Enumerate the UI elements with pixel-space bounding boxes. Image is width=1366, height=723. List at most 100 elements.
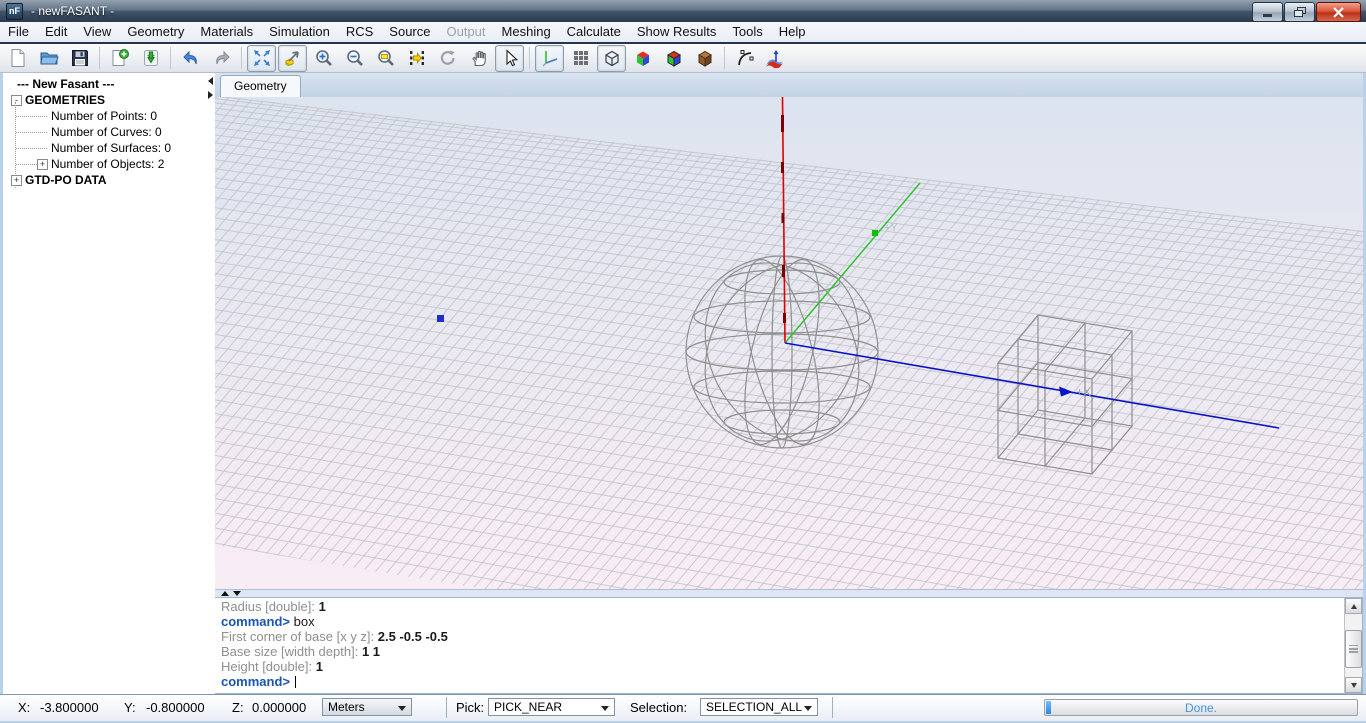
- menu-help[interactable]: Help: [771, 22, 814, 42]
- sidebar-splitter-handle[interactable]: [208, 77, 214, 99]
- menu-rcs[interactable]: RCS: [338, 22, 381, 42]
- scroll-down-icon: [1351, 683, 1357, 688]
- menu-materials[interactable]: Materials: [192, 22, 261, 42]
- textured-mode-button[interactable]: [690, 45, 719, 72]
- app-icon: nF: [6, 3, 23, 20]
- zoom-out-button[interactable]: [340, 45, 369, 72]
- textured-cube-icon: [695, 48, 715, 68]
- console-line: Height [double]: 1: [221, 659, 1338, 674]
- tree-item-label[interactable]: GEOMETRIES: [25, 92, 105, 108]
- tree-item-gtdpo[interactable]: + GTD-PO DATA: [3, 172, 215, 188]
- minimize-button[interactable]: [1252, 2, 1283, 22]
- import-button[interactable]: [136, 45, 165, 72]
- expand-icon[interactable]: +: [11, 175, 22, 186]
- menu-tools[interactable]: Tools: [724, 22, 770, 42]
- save-icon: [70, 48, 90, 68]
- open-file-button[interactable]: [34, 45, 63, 72]
- tree-item-geometries[interactable]: - GEOMETRIES: [3, 92, 215, 108]
- rotate-view-button[interactable]: [433, 45, 462, 72]
- tree-item-label[interactable]: GTD-PO DATA: [25, 172, 107, 188]
- console-prompt-line[interactable]: command>: [221, 674, 1338, 689]
- show-grid-button[interactable]: [566, 45, 595, 72]
- close-icon: [1333, 7, 1344, 18]
- menu-output: Output: [439, 22, 494, 42]
- show-axes-button[interactable]: [535, 45, 564, 72]
- expand-icon[interactable]: +: [37, 159, 48, 170]
- pick-mode-dropdown[interactable]: PICK_NEAR: [488, 698, 615, 716]
- menu-view[interactable]: View: [75, 22, 119, 42]
- coord-x-value: -3.800000: [40, 700, 99, 715]
- wireframe-mode-button[interactable]: [597, 45, 626, 72]
- zoom-in-button[interactable]: [309, 45, 338, 72]
- coord-z-value: 0.000000: [252, 700, 306, 715]
- collapse-left-icon: [208, 77, 213, 85]
- fit-view-button[interactable]: [247, 45, 276, 72]
- console-log[interactable]: Radius [double]: 1 command> box First co…: [215, 598, 1344, 693]
- undo-button[interactable]: [176, 45, 205, 72]
- solid-mode-button[interactable]: [628, 45, 657, 72]
- tree-root-label[interactable]: --- New Fasant ---: [3, 76, 215, 92]
- fit-selection-button[interactable]: [402, 45, 431, 72]
- menu-edit[interactable]: Edit: [37, 22, 75, 42]
- new-file-button[interactable]: [3, 45, 32, 72]
- y-axis-marker: [872, 230, 878, 236]
- menu-meshing[interactable]: Meshing: [494, 22, 559, 42]
- tab-geometry[interactable]: Geometry: [220, 75, 301, 97]
- pan-button[interactable]: [464, 45, 493, 72]
- solid-rgb-cube-icon: [633, 48, 653, 68]
- tree-item-objects[interactable]: + Number of Objects: 2: [3, 156, 215, 172]
- title-bar[interactable]: nF - newFASANT -: [0, 0, 1366, 22]
- console-line: Base size [width depth]: 1 1: [221, 644, 1338, 659]
- scroll-up-icon: [1351, 604, 1357, 609]
- new-file-icon: [8, 48, 28, 68]
- undo-icon: [181, 48, 201, 68]
- zoom-in-icon: [314, 48, 334, 68]
- shaded-mode-button[interactable]: [659, 45, 688, 72]
- select-cursor-icon: [500, 48, 520, 68]
- chevron-down-icon: [398, 706, 406, 711]
- tree-item-curves[interactable]: Number of Curves: 0: [3, 124, 215, 140]
- selection-label: Selection:: [630, 700, 687, 715]
- menu-file[interactable]: File: [0, 22, 37, 42]
- select-button[interactable]: [495, 45, 524, 72]
- selection-mode-dropdown[interactable]: SELECTION_ALL: [700, 698, 818, 716]
- coord-x-label: X:: [18, 700, 30, 715]
- 3d-viewport[interactable]: +Y +X: [215, 97, 1363, 589]
- menu-calculate[interactable]: Calculate: [559, 22, 629, 42]
- console-scrollbar[interactable]: [1344, 598, 1362, 693]
- menu-simulation[interactable]: Simulation: [261, 22, 338, 42]
- save-button[interactable]: [65, 45, 94, 72]
- menu-geometry[interactable]: Geometry: [119, 22, 192, 42]
- coord-z-label: Z:: [232, 700, 244, 715]
- project-tree-panel: --- New Fasant --- - GEOMETRIES Number o…: [3, 73, 216, 694]
- restore-button[interactable]: [1284, 2, 1315, 22]
- menu-bar: File Edit View Geometry Materials Simula…: [0, 22, 1366, 43]
- redo-button[interactable]: [207, 45, 236, 72]
- coord-y-label: Y:: [124, 700, 136, 715]
- bend-curve-button[interactable]: [730, 45, 759, 72]
- zoom-window-button[interactable]: [371, 45, 400, 72]
- console-line: command> box: [221, 614, 1338, 629]
- text-caret: [295, 676, 296, 688]
- command-console[interactable]: Radius [double]: 1 command> box First co…: [215, 597, 1363, 694]
- collapse-icon[interactable]: -: [11, 95, 22, 106]
- scroll-down-button[interactable]: [1345, 677, 1362, 693]
- tree-item-points[interactable]: Number of Points: 0: [3, 108, 215, 124]
- close-button[interactable]: [1316, 2, 1361, 22]
- bend-curve-icon: [735, 48, 755, 68]
- window-title: - newFASANT -: [31, 4, 114, 18]
- perspective-view-button[interactable]: [278, 45, 307, 72]
- surface-normals-button[interactable]: [761, 45, 790, 72]
- add-geometry-button[interactable]: [105, 45, 134, 72]
- scroll-up-button[interactable]: [1345, 598, 1362, 614]
- menu-show-results[interactable]: Show Results: [629, 22, 724, 42]
- point-marker[interactable]: [437, 315, 444, 322]
- thumb-grip: [1349, 645, 1358, 647]
- scrollbar-thumb[interactable]: [1345, 630, 1362, 668]
- toolbar-separator: [170, 47, 171, 69]
- toolbar-separator: [724, 47, 725, 69]
- zoom-window-icon: [376, 48, 396, 68]
- menu-source[interactable]: Source: [381, 22, 438, 42]
- tree-item-surfaces[interactable]: Number of Surfaces: 0: [3, 140, 215, 156]
- units-dropdown[interactable]: Meters: [322, 698, 412, 716]
